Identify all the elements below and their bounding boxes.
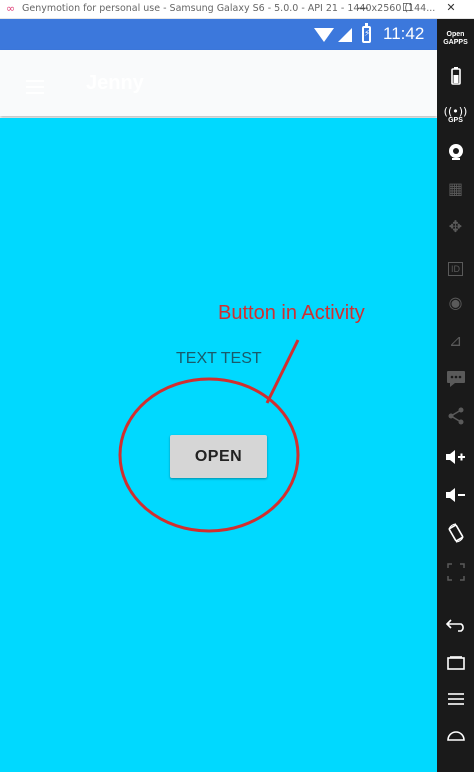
status-bar: ⚡ 11:42	[0, 19, 437, 50]
volume-down-icon[interactable]	[437, 487, 474, 507]
app-title: Jenny	[86, 72, 144, 94]
battery-icon[interactable]	[437, 67, 474, 89]
resize-icon[interactable]	[437, 563, 474, 585]
recent-apps-icon[interactable]	[437, 655, 474, 674]
text-test-label: TEXT TEST	[176, 350, 262, 367]
action-bar: Jenny	[0, 50, 437, 116]
status-clock: 11:42	[383, 24, 425, 43]
maximize-button[interactable]: ☐	[392, 0, 422, 18]
sms-icon[interactable]	[437, 371, 474, 391]
back-icon[interactable]	[437, 617, 474, 636]
camera-icon[interactable]	[437, 143, 474, 165]
open-gapps-icon[interactable]: Open GAPPS	[437, 31, 474, 47]
minimize-button[interactable]: —	[348, 0, 378, 18]
genymotion-sidebar: Open GAPPS ((•)) GPS ▦ ✥ ID ◉ ⊿	[437, 19, 474, 772]
open-button[interactable]: OPEN	[170, 435, 267, 478]
activity-content: TEXT TEST OPEN Button in Activity	[0, 118, 437, 772]
volume-up-icon[interactable]	[437, 449, 474, 469]
wifi-icon	[314, 28, 334, 42]
menu-icon[interactable]	[437, 691, 474, 710]
video-icon[interactable]: ▦	[437, 179, 474, 199]
annotation-label: Button in Activity	[218, 302, 365, 324]
close-button[interactable]: ✕	[436, 0, 466, 18]
remote-control-icon[interactable]: ✥	[437, 217, 474, 237]
id-icon[interactable]: ID	[437, 257, 474, 276]
gps-wave: ((•))	[443, 105, 468, 118]
share-icon[interactable]	[437, 407, 474, 429]
rss-icon[interactable]: ⊿	[437, 331, 474, 351]
charging-bolt: ⚡	[364, 29, 371, 39]
battery-charging-icon: ⚡	[362, 23, 371, 43]
open-gapps-line1: Open	[446, 31, 465, 38]
open-gapps-line2: GAPPS	[443, 39, 468, 46]
gps-icon[interactable]: ((•)) GPS	[437, 105, 474, 125]
rotate-icon[interactable]	[437, 523, 474, 547]
disk-icon[interactable]: ◉	[437, 293, 474, 313]
signal-icon	[338, 28, 352, 42]
window-titlebar: ∞ Genymotion for personal use - Samsung …	[0, 0, 474, 19]
gps-label: GPS	[448, 117, 463, 124]
home-icon[interactable]	[437, 727, 474, 746]
hamburger-icon[interactable]	[26, 80, 44, 82]
genymotion-icon: ∞	[6, 2, 16, 15]
